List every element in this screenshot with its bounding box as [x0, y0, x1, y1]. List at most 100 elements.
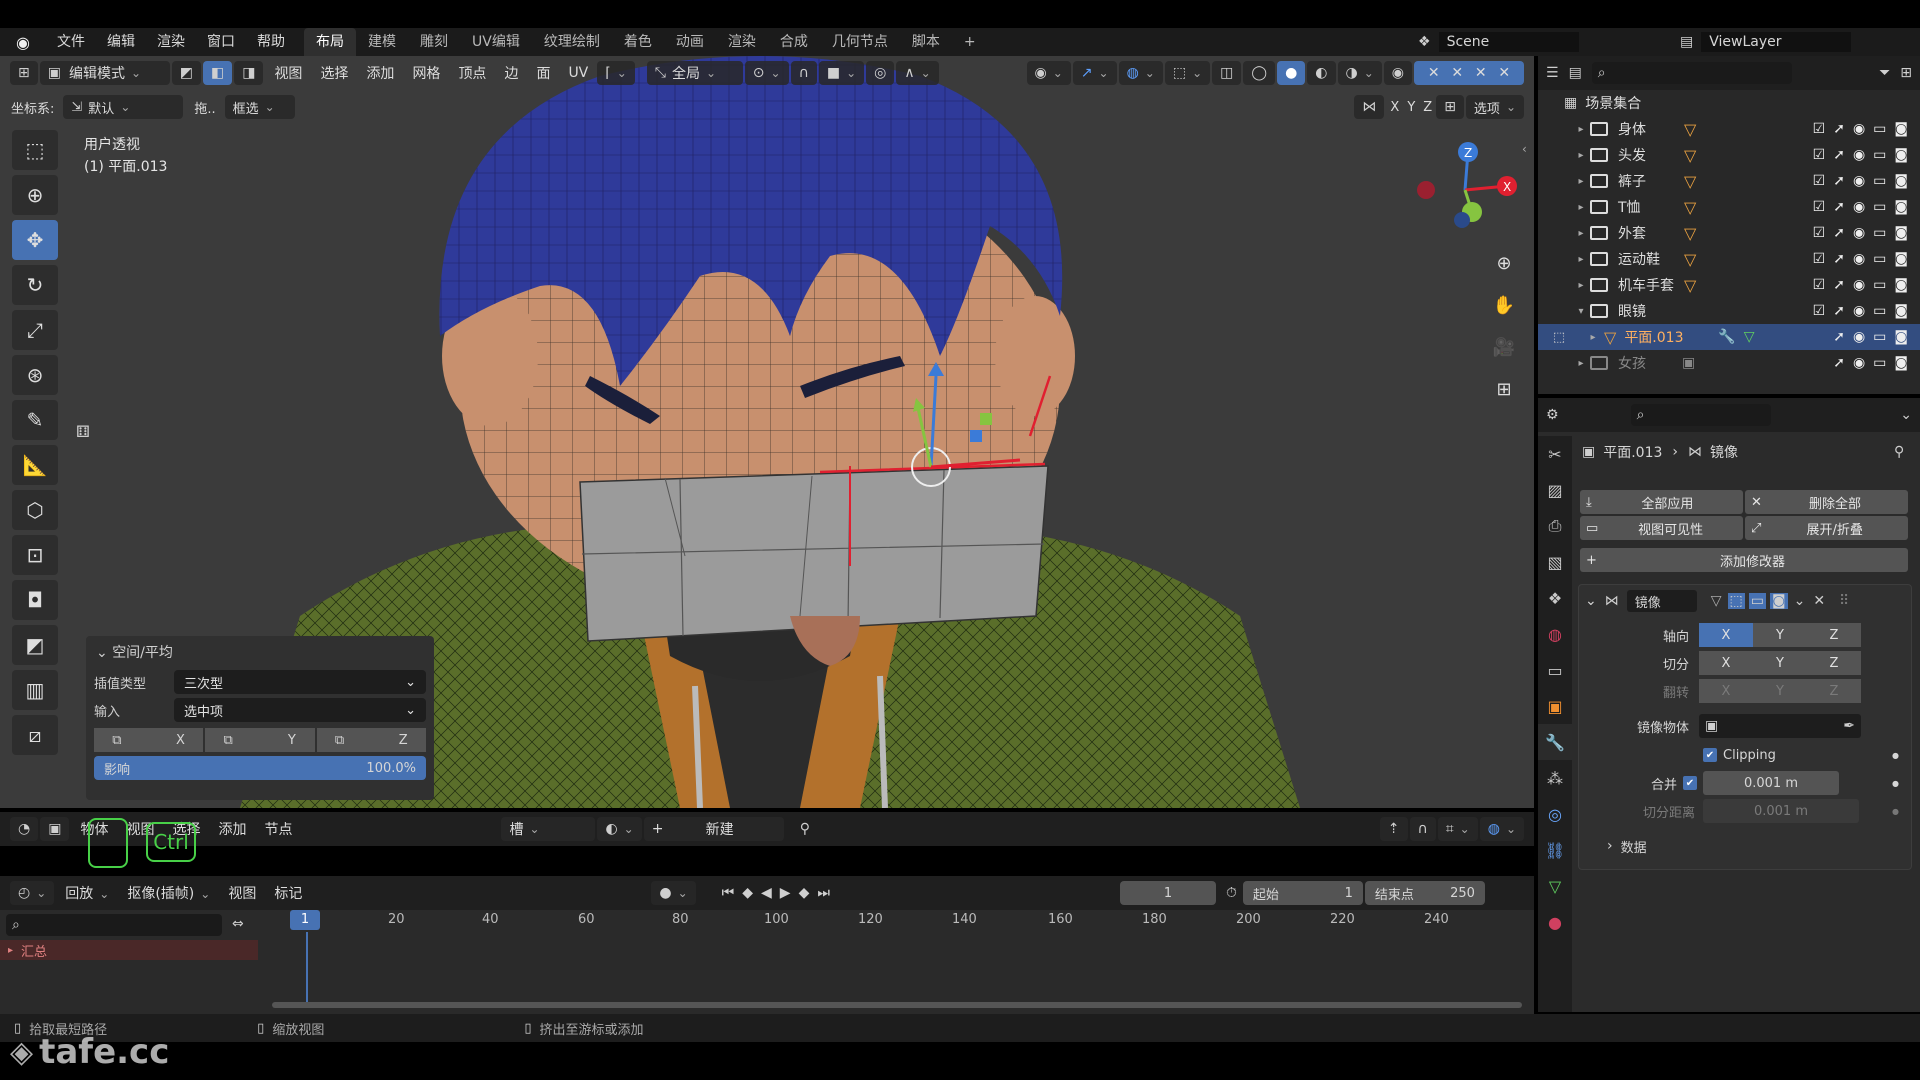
flip-y-toggle[interactable]: Y — [1753, 679, 1807, 703]
pin-icon[interactable]: ⚲ — [1894, 444, 1904, 460]
influence-slider[interactable]: 影响 100.0% — [94, 756, 426, 780]
close-icon[interactable]: ✕ — [1498, 65, 1510, 81]
menu-view[interactable]: 视图 — [265, 63, 311, 83]
current-frame-marker[interactable]: 1 — [290, 910, 320, 930]
list-item[interactable]: ▸ T恤 ▽ ☑ ➚ ◉ ▭ ◙ — [1538, 194, 1920, 220]
eyedropper-icon[interactable]: ✒ — [1843, 718, 1855, 734]
checkbox-icon[interactable]: ☑ — [1813, 277, 1826, 293]
checkbox-icon[interactable]: ☑ — [1813, 121, 1826, 137]
drag-dropdown[interactable]: 框选 — [224, 95, 295, 119]
autokey-toggle[interactable]: ● — [651, 881, 696, 905]
bevel-tool[interactable]: ◩ — [12, 625, 58, 665]
menu-face[interactable]: 面 — [527, 63, 559, 83]
channel-search-input[interactable]: ⌕ — [6, 914, 222, 936]
eye-icon[interactable]: ◉ — [1853, 251, 1865, 267]
add-workspace-icon[interactable]: + — [952, 28, 988, 56]
next-keyframe-icon[interactable]: ◆ — [799, 885, 810, 901]
end-frame-input[interactable]: 结束点 250 — [1364, 881, 1485, 905]
face-select-button[interactable]: ◨ — [234, 61, 264, 85]
swap-icon[interactable]: ⇔ — [232, 916, 244, 932]
expand-arrow-icon[interactable]: ▸ — [1572, 358, 1590, 369]
menu-marker[interactable]: 标记 — [265, 883, 311, 903]
mirror-mesh-button[interactable]: ⋈ — [1354, 95, 1385, 119]
display-mode-icon[interactable]: ▤ — [1569, 65, 1582, 81]
realtime-toggle-icon[interactable]: ▭ — [1748, 593, 1766, 609]
tab-view-layer[interactable]: ▧ — [1538, 544, 1572, 580]
tab-object[interactable]: ▣ — [1538, 688, 1572, 724]
shading-rendered[interactable]: ◑ — [1337, 61, 1382, 85]
bisect-x-toggle[interactable]: X — [1699, 651, 1753, 675]
keyframe-dot-icon[interactable]: ● — [1892, 751, 1899, 760]
tab-layout[interactable]: 布局 — [304, 28, 356, 56]
keyframe-dot-icon[interactable]: ● — [1892, 779, 1899, 788]
tab-material[interactable]: ● — [1538, 904, 1572, 940]
monitor-icon[interactable]: ▭ — [1873, 329, 1886, 345]
axis-y-toggle[interactable]: ⧉ Y — [205, 728, 315, 752]
camera-icon[interactable]: ◙ — [1894, 225, 1908, 241]
eye-icon[interactable]: ◉ — [1853, 225, 1865, 241]
jump-start-icon[interactable]: ⏮ — [722, 885, 735, 901]
menu-view[interactable]: 视图 — [219, 883, 265, 903]
checkbox-icon[interactable]: ☑ — [1813, 251, 1826, 267]
node-overlays-dropdown[interactable]: ◍ — [1479, 817, 1524, 841]
orientation-dropdown[interactable]: ⤡ 全局 — [646, 61, 743, 85]
expand-arrow-icon[interactable]: ▸ — [1572, 150, 1590, 161]
bisect-distance-input[interactable]: 0.001 m — [1703, 799, 1859, 823]
list-item[interactable]: ▾ 眼镜 ☑ ➚ ◉ ▭ ◙ — [1538, 298, 1920, 324]
close-icon[interactable]: ✕ — [1428, 65, 1440, 81]
select-arrow-icon[interactable]: ➚ — [1833, 329, 1845, 345]
outliner-search-input[interactable]: ⌕ — [1591, 62, 1792, 84]
editor-type-button[interactable]: ◴ — [10, 881, 55, 905]
overlays-dropdown[interactable]: ◍ — [1118, 61, 1163, 85]
expand-arrow-icon[interactable]: ▸ — [8, 945, 13, 956]
editor-type-button[interactable]: ⊞ — [10, 61, 38, 85]
checkbox-icon[interactable]: ☑ — [1813, 173, 1826, 189]
play-reverse-icon[interactable]: ◀ — [761, 885, 772, 901]
navigation-gizmo[interactable]: Z X — [1410, 140, 1520, 240]
delete-all-button[interactable]: ✕ 删除全部 — [1745, 490, 1908, 514]
apply-all-button[interactable]: ⤓ 全部应用 — [1580, 490, 1743, 514]
camera-icon[interactable]: ◙ — [1894, 147, 1908, 163]
options-dropdown[interactable]: 选项 — [1465, 95, 1524, 119]
camera-view-button[interactable]: 🎥 — [1487, 330, 1521, 364]
camera-icon[interactable]: ◙ — [1894, 173, 1908, 189]
axis-y-toggle[interactable]: Y — [1753, 623, 1807, 647]
camera-icon[interactable]: ◙ — [1894, 329, 1908, 345]
select-arrow-icon[interactable]: ➚ — [1833, 251, 1845, 267]
extrude-tool[interactable]: ⊡ — [12, 535, 58, 575]
menu-help[interactable]: 帮助 — [246, 28, 296, 56]
monitor-icon[interactable]: ▭ — [1873, 355, 1886, 371]
merge-distance-input[interactable]: 0.001 m — [1703, 771, 1839, 795]
flip-z-toggle[interactable]: Z — [1807, 679, 1861, 703]
mode-dropdown[interactable]: ▣ 编辑模式 — [39, 61, 170, 85]
material-browse-dropdown[interactable]: ◐ — [597, 817, 642, 841]
expand-arrow-icon[interactable]: ▸ — [1572, 228, 1590, 239]
eye-icon[interactable]: ◉ — [1853, 303, 1865, 319]
scale-tool[interactable]: ⤢ — [12, 310, 58, 350]
input-dropdown[interactable]: 选中项 ⌄ — [174, 698, 426, 722]
snap-target-dropdown[interactable]: ■ — [818, 61, 865, 85]
select-arrow-icon[interactable]: ➚ — [1833, 121, 1845, 137]
camera-icon[interactable]: ◙ — [1894, 251, 1908, 267]
viewlayer-selector[interactable]: ▤ ViewLayer — [1680, 28, 1852, 56]
prev-keyframe-icon[interactable]: ◆ — [742, 885, 753, 901]
frame-ruler[interactable]: 1 20 40 60 80 100 120 140 160 180 200 22… — [272, 910, 1528, 932]
ortho-toggle-button[interactable]: ⊞ — [1487, 372, 1521, 406]
tab-uv[interactable]: UV编辑 — [460, 28, 532, 56]
select-arrow-icon[interactable]: ➚ — [1833, 147, 1845, 163]
menu-edit[interactable]: 编辑 — [96, 28, 146, 56]
redo-panel-header[interactable]: ⌄ 空间/平均 — [86, 636, 434, 668]
checkbox-icon[interactable]: ☑ — [1813, 225, 1826, 241]
timeline-scrollbar[interactable] — [272, 1002, 1522, 1008]
vertex-select-button[interactable]: ◩ — [171, 61, 201, 85]
list-item[interactable]: ▸ 裤子 ▽ ☑ ➚ ◉ ▭ ◙ — [1538, 168, 1920, 194]
tab-tool[interactable]: ✂ — [1538, 436, 1572, 472]
tab-physics[interactable]: ◎ — [1538, 796, 1572, 832]
flip-x-toggle[interactable]: X — [1699, 679, 1753, 703]
snap-toggle[interactable]: ∩ — [1409, 817, 1436, 841]
snap-toggle[interactable]: ∩ — [790, 61, 817, 85]
summary-channel[interactable]: ▸ 汇总 — [0, 940, 258, 960]
tab-animation[interactable]: 动画 — [664, 28, 716, 56]
bisect-z-toggle[interactable]: Z — [1807, 651, 1861, 675]
outliner-editor-icon[interactable]: ☰ — [1546, 65, 1559, 81]
